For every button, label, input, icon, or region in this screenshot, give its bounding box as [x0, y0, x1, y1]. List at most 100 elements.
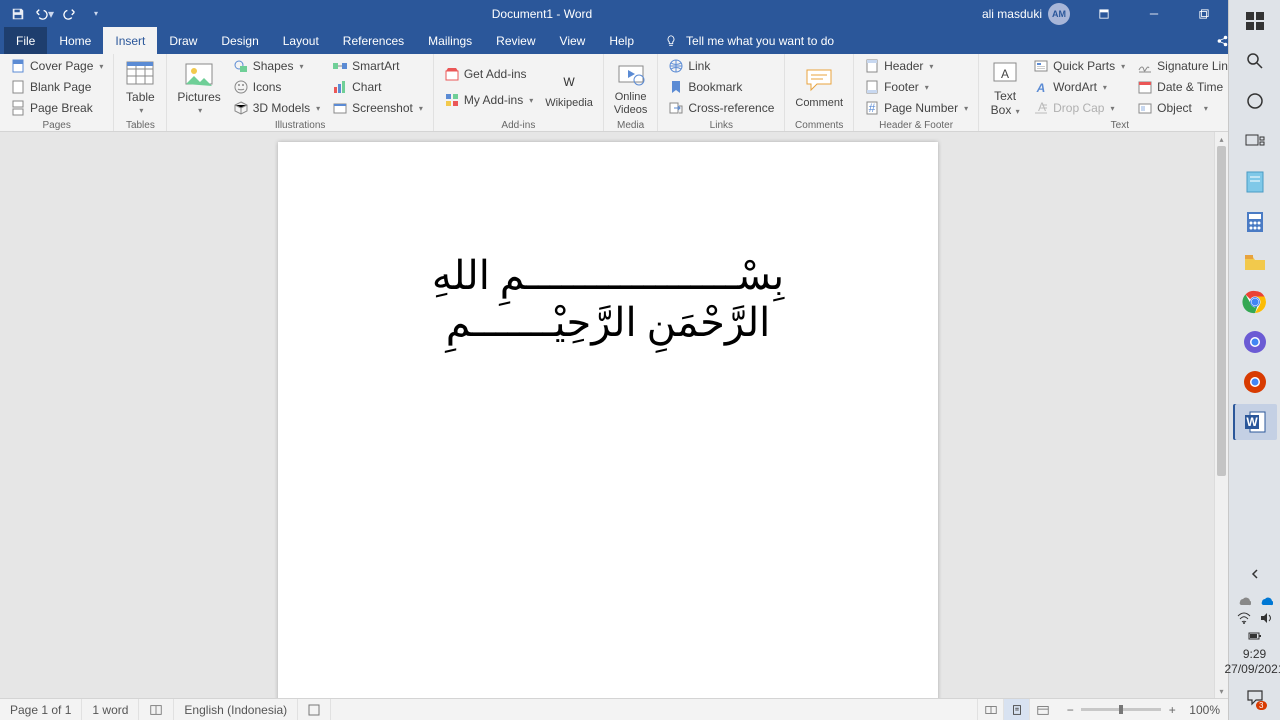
chrome-canary-icon — [1242, 329, 1268, 355]
page-break-button[interactable]: Page Break — [6, 98, 107, 118]
tab-references[interactable]: References — [331, 27, 416, 54]
tab-file[interactable]: File — [4, 27, 47, 54]
taskbar-app-notepad[interactable] — [1233, 164, 1277, 200]
record-icon — [308, 704, 320, 716]
language-status[interactable]: English (Indonesia) — [174, 699, 298, 720]
scroll-down-button[interactable]: ▾ — [1215, 684, 1228, 698]
action-center-button[interactable]: 3 — [1233, 680, 1277, 714]
tab-view[interactable]: View — [548, 27, 598, 54]
icons-button[interactable]: Icons — [229, 77, 324, 97]
minimize-button[interactable] — [1132, 0, 1176, 27]
pictures-button[interactable]: Pictures▾ — [171, 56, 226, 118]
chart-button[interactable]: Chart — [328, 77, 427, 97]
tray-overflow-button[interactable] — [1250, 569, 1260, 589]
zoom-out-button[interactable]: − — [1063, 703, 1077, 717]
online-videos-button[interactable]: Online Videos — [608, 56, 653, 118]
cube-icon — [233, 100, 249, 116]
vertical-scrollbar[interactable]: ▴ ▾ — [1214, 132, 1228, 698]
search-button[interactable] — [1233, 44, 1277, 78]
cross-reference-button[interactable]: Cross-reference — [664, 98, 778, 118]
3d-models-button[interactable]: 3D Models▾ — [229, 98, 324, 118]
shapes-button[interactable]: Shapes▾ — [229, 56, 324, 76]
maximize-button[interactable] — [1182, 0, 1226, 27]
save-button[interactable] — [6, 2, 30, 26]
ribbon: Cover Page▾ Blank Page Page Break Pages … — [0, 54, 1280, 132]
cover-page-button[interactable]: Cover Page▾ — [6, 56, 107, 76]
tab-mailings[interactable]: Mailings — [416, 27, 484, 54]
quick-parts-button[interactable]: Quick Parts▾ — [1029, 56, 1129, 76]
ribbon-display-options-button[interactable] — [1082, 0, 1126, 27]
redo-button[interactable] — [58, 2, 82, 26]
bookmark-button[interactable]: Bookmark — [664, 77, 778, 97]
volume-icon[interactable] — [1259, 611, 1273, 625]
tab-layout[interactable]: Layout — [271, 27, 331, 54]
spell-check-button[interactable] — [139, 699, 174, 720]
tab-draw[interactable]: Draw — [157, 27, 209, 54]
wifi-icon[interactable] — [1237, 611, 1251, 625]
macro-recording-button[interactable] — [298, 699, 331, 720]
cortana-button[interactable] — [1233, 84, 1277, 118]
tab-home[interactable]: Home — [47, 27, 103, 54]
windows-taskbar: W 9:29 27/09/2021 3 — [1228, 0, 1280, 720]
page-info[interactable]: Page 1 of 1 — [0, 699, 82, 720]
word-icon: W — [1242, 409, 1268, 435]
taskbar-app-chrome-3[interactable] — [1233, 364, 1277, 400]
start-button[interactable] — [1233, 4, 1277, 38]
taskbar-app-explorer[interactable] — [1233, 244, 1277, 280]
tab-design[interactable]: Design — [209, 27, 270, 54]
taskbar-app-chrome-2[interactable] — [1233, 324, 1277, 360]
onedrive-icon[interactable] — [1237, 593, 1251, 607]
svg-text:A: A — [1038, 100, 1046, 114]
scroll-thumb[interactable] — [1217, 146, 1226, 476]
user-name: ali masduki — [982, 7, 1042, 21]
group-pages-label: Pages — [0, 120, 113, 131]
get-addins-button[interactable]: Get Add-ins — [440, 64, 537, 84]
link-button[interactable]: Link — [664, 56, 778, 76]
pictures-icon — [183, 58, 215, 90]
web-layout-button[interactable] — [1029, 699, 1055, 720]
print-layout-button[interactable] — [1003, 699, 1029, 720]
page-number-button[interactable]: #Page Number▾ — [860, 98, 972, 118]
wikipedia-button[interactable]: W Wikipedia — [539, 56, 599, 118]
task-view-button[interactable] — [1233, 124, 1277, 158]
taskbar-app-word[interactable]: W — [1233, 404, 1277, 440]
user-avatar: AM — [1048, 3, 1070, 25]
battery-icon[interactable] — [1248, 629, 1262, 643]
my-addins-button[interactable]: My Add-ins▾ — [440, 90, 537, 110]
scroll-up-button[interactable]: ▴ — [1215, 132, 1228, 146]
tab-review[interactable]: Review — [484, 27, 547, 54]
addins-icon — [444, 92, 460, 108]
system-clock[interactable]: 9:29 27/09/2021 — [1224, 647, 1280, 676]
comment-button[interactable]: Comment — [789, 56, 849, 118]
tab-help[interactable]: Help — [597, 27, 646, 54]
zoom-slider-knob[interactable] — [1119, 705, 1123, 714]
footer-button[interactable]: Footer▾ — [860, 77, 972, 97]
wordart-button[interactable]: AWordArt▾ — [1029, 77, 1129, 97]
document-page[interactable]: بِسْــــــــــــــــــمِ اللهِ الرَّحْمَ… — [278, 142, 938, 698]
icons-icon — [233, 79, 249, 95]
word-count[interactable]: 1 word — [82, 699, 139, 720]
table-button[interactable]: Table▾ — [118, 56, 162, 118]
zoom-percent[interactable]: 100% — [1189, 703, 1220, 717]
taskbar-app-chrome-1[interactable] — [1233, 284, 1277, 320]
document-body-text[interactable]: بِسْــــــــــــــــــمِ اللهِ الرَّحْمَ… — [278, 142, 938, 346]
read-mode-button[interactable] — [977, 699, 1003, 720]
tell-me-search[interactable]: Tell me what you want to do — [646, 27, 834, 54]
bookmark-icon — [668, 79, 684, 95]
tab-insert[interactable]: Insert — [103, 27, 157, 54]
taskbar-app-calculator[interactable] — [1233, 204, 1277, 240]
qat-customize-button[interactable]: ▾ — [84, 2, 108, 26]
cloud-sync-icon[interactable] — [1259, 593, 1273, 607]
text-box-button[interactable]: A Text Box ▾ — [983, 56, 1027, 118]
user-account[interactable]: ali masduki AM — [976, 3, 1076, 25]
smartart-button[interactable]: SmartArt — [328, 56, 427, 76]
notepad-icon — [1242, 169, 1268, 195]
drop-cap-button[interactable]: ADrop Cap▾ — [1029, 98, 1129, 118]
header-button[interactable]: Header▾ — [860, 56, 972, 76]
blank-page-button[interactable]: Blank Page — [6, 77, 107, 97]
group-media-label: Media — [604, 120, 657, 131]
zoom-in-button[interactable]: + — [1165, 703, 1179, 717]
zoom-slider[interactable] — [1081, 708, 1161, 711]
undo-button[interactable]: ▾ — [32, 2, 56, 26]
screenshot-button[interactable]: Screenshot▾ — [328, 98, 427, 118]
